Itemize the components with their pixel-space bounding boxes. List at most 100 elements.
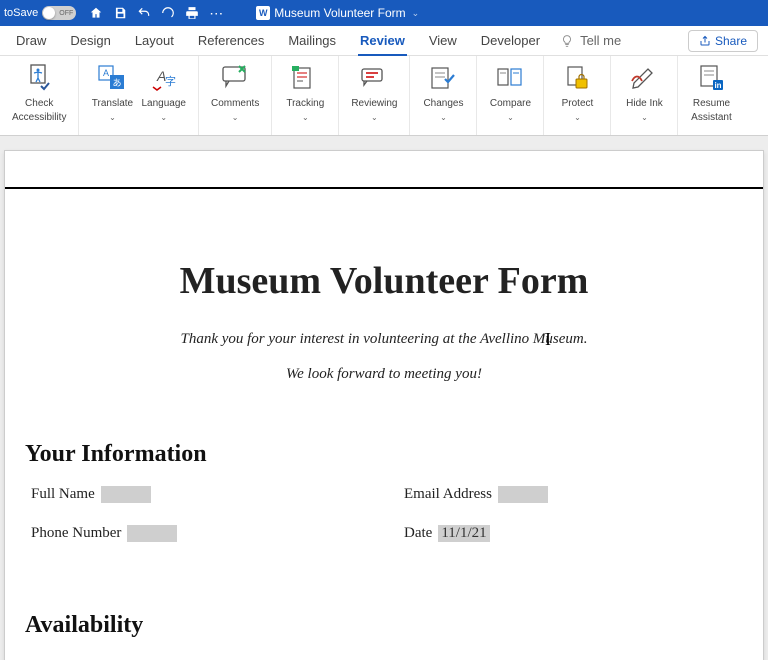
btn-label: Protect <box>562 98 594 110</box>
btn-label: Comments <box>211 98 259 110</box>
changes-button[interactable]: Changes ⌄ <box>418 62 468 122</box>
chevron-down-icon: ⌄ <box>371 113 378 122</box>
changes-icon <box>429 62 457 94</box>
intro-line-1: Thank you for your interest in volunteer… <box>25 331 743 348</box>
share-icon <box>699 35 711 47</box>
hide-ink-button[interactable]: Hide Ink ⌄ <box>619 62 669 122</box>
field-full-name: Full Name <box>31 486 364 503</box>
btn-label: Changes <box>423 98 463 110</box>
reviewing-button[interactable]: Reviewing ⌄ <box>347 62 401 122</box>
check-accessibility-button[interactable]: Check Accessibility <box>8 62 70 124</box>
ribbon-group-resume: in Resume Assistant <box>678 56 744 135</box>
date-label: Date <box>404 525 432 542</box>
btn-label2: Accessibility <box>12 112 66 124</box>
tab-view[interactable]: View <box>417 26 469 55</box>
btn-label: Hide Ink <box>626 98 663 110</box>
chevron-down-icon: ⌄ <box>641 113 648 122</box>
section-your-information: Your Information <box>25 441 743 468</box>
redo-icon[interactable] <box>159 4 177 22</box>
autosave-switch[interactable]: OFF <box>42 6 76 20</box>
chevron-down-icon: ⌄ <box>574 113 581 122</box>
menu-bar: Draw Design Layout References Mailings R… <box>0 26 768 56</box>
toggle-knob <box>43 7 55 19</box>
chevron-down-icon: ⌄ <box>412 8 420 19</box>
save-icon[interactable] <box>111 4 129 22</box>
btn-label2: Assistant <box>691 112 732 124</box>
full-name-label: Full Name <box>31 486 95 503</box>
language-button[interactable]: A字 Language ⌄ <box>137 62 190 122</box>
ribbon-group-reviewing: Reviewing ⌄ <box>339 56 410 135</box>
ribbon-group-tracking: Tracking ⌄ <box>272 56 339 135</box>
ribbon-group-changes: Changes ⌄ <box>410 56 477 135</box>
date-input[interactable]: 11/1/21 <box>438 525 489 542</box>
comment-icon <box>221 62 249 94</box>
tab-developer[interactable]: Developer <box>469 26 552 55</box>
tell-me-search[interactable]: Tell me <box>560 33 621 48</box>
reviewing-icon <box>360 62 388 94</box>
form-title: Museum Volunteer Form <box>25 259 743 303</box>
word-icon: W <box>256 6 270 20</box>
bulb-icon <box>560 34 574 48</box>
ink-icon <box>630 62 658 94</box>
email-input[interactable] <box>498 486 548 503</box>
share-button[interactable]: Share <box>688 30 758 52</box>
more-icon[interactable]: ⋯ <box>207 4 225 22</box>
phone-input[interactable] <box>127 525 177 542</box>
compare-icon <box>496 62 524 94</box>
field-date: Date 11/1/21 <box>404 525 737 542</box>
document-title: Museum Volunteer Form <box>274 6 405 20</box>
btn-label: Language <box>141 98 186 110</box>
phone-label: Phone Number <box>31 525 121 542</box>
tracking-icon <box>291 62 319 94</box>
protect-button[interactable]: Protect ⌄ <box>552 62 602 122</box>
tab-review[interactable]: Review <box>348 26 417 55</box>
btn-label: Check <box>25 98 53 110</box>
chevron-down-icon: ⌄ <box>232 113 239 122</box>
full-name-input[interactable] <box>101 486 151 503</box>
ribbon: Check Accessibility Aあ Translate ⌄ A字 La… <box>0 56 768 136</box>
ribbon-group-language: Aあ Translate ⌄ A字 Language ⌄ <box>79 56 199 135</box>
ribbon-group-compare: Compare ⌄ <box>477 56 544 135</box>
svg-text:字: 字 <box>165 74 176 88</box>
svg-text:A: A <box>103 68 109 78</box>
toggle-text: OFF <box>59 10 73 17</box>
translate-icon: Aあ <box>98 62 126 94</box>
ribbon-group-comments: Comments ⌄ <box>199 56 272 135</box>
protect-icon <box>564 62 590 94</box>
translate-button[interactable]: Aあ Translate ⌄ <box>87 62 137 122</box>
document-canvas[interactable]: Museum Volunteer Form Thank you for your… <box>0 136 768 660</box>
tab-layout[interactable]: Layout <box>123 26 186 55</box>
document-title-area[interactable]: W Museum Volunteer Form ⌄ <box>256 6 419 20</box>
svg-text:in: in <box>715 81 722 90</box>
accessibility-icon <box>26 62 52 94</box>
undo-icon[interactable] <box>135 4 153 22</box>
resume-icon: in <box>697 62 725 94</box>
chevron-down-icon: ⌄ <box>160 113 167 122</box>
svg-text:あ: あ <box>113 78 122 88</box>
home-icon[interactable] <box>87 4 105 22</box>
tracking-button[interactable]: Tracking ⌄ <box>280 62 330 122</box>
btn-label: Tracking <box>286 98 324 110</box>
tab-draw[interactable]: Draw <box>4 26 58 55</box>
field-phone: Phone Number <box>31 525 364 542</box>
comments-button[interactable]: Comments ⌄ <box>207 62 263 122</box>
tab-design[interactable]: Design <box>58 26 122 55</box>
section-availability: Availability <box>25 612 743 639</box>
tab-mailings[interactable]: Mailings <box>276 26 348 55</box>
compare-button[interactable]: Compare ⌄ <box>485 62 535 122</box>
tab-references[interactable]: References <box>186 26 276 55</box>
btn-label: Resume <box>693 98 730 110</box>
resume-assistant-button[interactable]: in Resume Assistant <box>686 62 736 124</box>
chevron-down-icon: ⌄ <box>109 113 116 122</box>
intro-line-2: We look forward to meeting you! <box>25 366 743 383</box>
autosave-label: toSave <box>4 7 38 19</box>
autosave-toggle[interactable]: toSave OFF <box>4 6 76 20</box>
chevron-down-icon: ⌄ <box>302 113 309 122</box>
btn-label: Reviewing <box>351 98 397 110</box>
document-page[interactable]: Museum Volunteer Form Thank you for your… <box>4 150 764 660</box>
print-icon[interactable] <box>183 4 201 22</box>
ribbon-group-ink: Hide Ink ⌄ <box>611 56 678 135</box>
chevron-down-icon: ⌄ <box>507 113 514 122</box>
ribbon-group-accessibility: Check Accessibility <box>0 56 79 135</box>
form-grid: Full Name Email Address Phone Number Dat… <box>25 486 743 542</box>
